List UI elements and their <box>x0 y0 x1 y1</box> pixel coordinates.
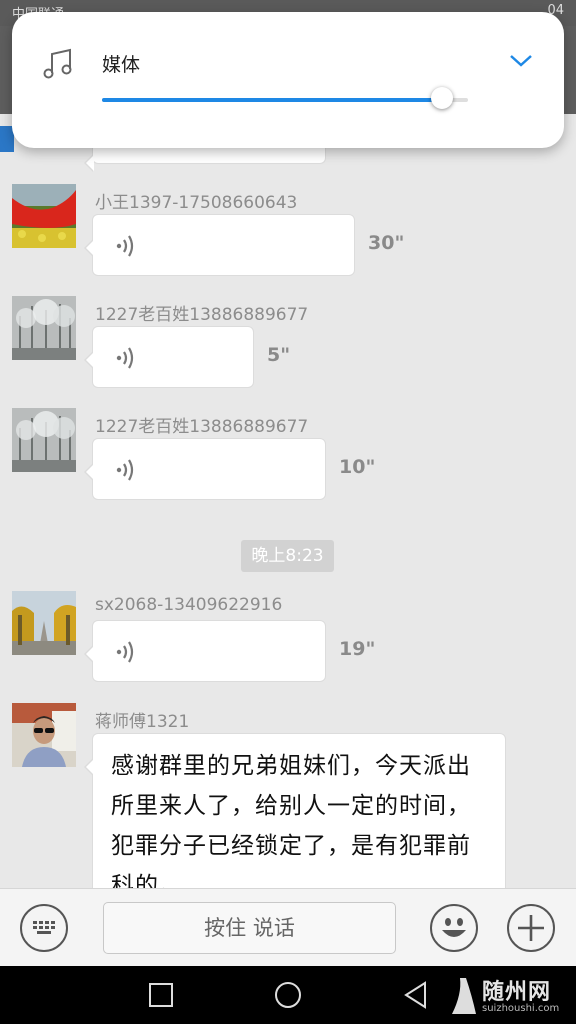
avatar[interactable] <box>12 703 76 767</box>
voice-wave-icon <box>116 459 134 481</box>
time-divider: 晚上8:23 <box>241 540 334 572</box>
circle-icon[interactable] <box>273 980 303 1010</box>
volume-slider[interactable] <box>102 87 468 109</box>
voice-duration: 19" <box>339 638 376 660</box>
avatar[interactable] <box>12 408 76 472</box>
voice-duration: 5" <box>267 344 291 366</box>
square-icon[interactable] <box>146 980 176 1010</box>
emoji-button[interactable] <box>430 904 478 952</box>
volume-panel: 媒体 <box>12 12 564 148</box>
voice-wave-icon <box>116 641 134 663</box>
voice-message-bubble[interactable] <box>84 438 326 500</box>
voice-wave-icon <box>116 235 134 257</box>
chat-input-bar: 按住 说话 <box>0 888 576 966</box>
sender-name: 蒋师傅1321 <box>95 712 190 732</box>
keyboard-icon <box>33 921 55 934</box>
keyboard-button[interactable] <box>20 904 68 952</box>
sender-name: 1227老百姓13886889677 <box>95 417 309 437</box>
avatar[interactable] <box>12 591 76 655</box>
site-watermark: 随州网 suizhoushi.com <box>448 972 568 1020</box>
system-nav-bar: 随州网 suizhoushi.com <box>0 966 576 1024</box>
music-note-icon <box>43 48 72 79</box>
watermark-subtitle: suizhoushi.com <box>482 1003 560 1014</box>
voice-message-bubble[interactable] <box>84 214 355 276</box>
plus-icon <box>518 915 544 941</box>
volume-slider-fill <box>102 98 443 102</box>
triangle-back-icon[interactable] <box>401 980 431 1010</box>
sender-name: 小王1397-17508660643 <box>95 193 298 213</box>
watermark-title: 随州网 <box>482 980 552 1005</box>
voice-duration: 10" <box>339 456 376 478</box>
sender-name: 1227老百姓13886889677 <box>95 305 309 325</box>
voice-wave-icon <box>116 347 134 369</box>
hold-to-talk-button[interactable]: 按住 说话 <box>103 902 396 954</box>
volume-label: 媒体 <box>102 54 141 76</box>
chevron-down-icon[interactable] <box>508 50 534 70</box>
avatar[interactable] <box>12 296 76 360</box>
voice-message-bubble[interactable] <box>84 326 254 388</box>
voice-message-bubble[interactable] <box>84 620 326 682</box>
plus-button[interactable] <box>507 904 555 952</box>
avatar[interactable] <box>12 184 76 248</box>
volume-slider-thumb[interactable] <box>431 87 454 109</box>
voice-duration: 30" <box>368 232 405 254</box>
sender-name: sx2068-13409622916 <box>95 595 283 615</box>
emoji-smile-icon <box>442 918 466 937</box>
message-text: 感谢群里的兄弟姐妹们，今天派出所里来人了，给别人一定的时间，犯罪分子已经锁定了，… <box>111 753 471 899</box>
watermark-logo-icon <box>452 978 476 1014</box>
